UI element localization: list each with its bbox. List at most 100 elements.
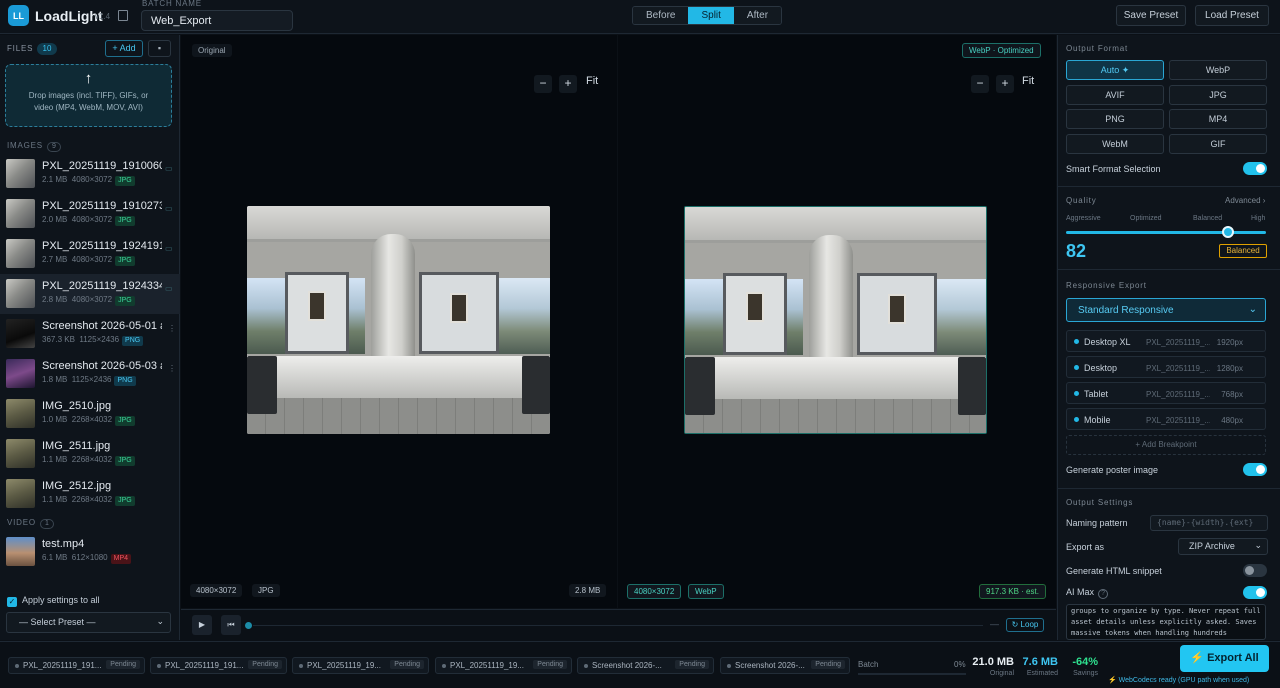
images-section-label: IMAGES 9 (7, 141, 61, 152)
poster-image-label: Generate poster image (1066, 465, 1159, 475)
format-auto-button[interactable]: Auto ✦ (1066, 60, 1164, 80)
batch-progress-bar (858, 673, 966, 675)
view-mode-toggle: Before Split After (632, 6, 783, 25)
file-item[interactable]: IMG_2511.jpg 1.1 MB 2268×4032 JPG (0, 434, 180, 474)
load-preset-button[interactable]: Load Preset (1195, 5, 1269, 26)
file-name: PXL_20251119_19102730... (42, 200, 162, 212)
chevron-down-icon: ⌄ (1248, 304, 1257, 315)
naming-pattern-input[interactable]: {name}-{width}.{ext} (1150, 515, 1268, 531)
quality-slider-thumb[interactable] (1222, 226, 1234, 238)
export-all-button[interactable]: ⚡ Export All (1180, 645, 1269, 672)
file-item[interactable]: Screenshot 2026-05-03 a... 1.8 MB 1125×2… (0, 354, 180, 394)
queue-item[interactable]: PXL_20251119_191... Pending (8, 657, 145, 674)
format-gif-button[interactable]: GIF (1169, 134, 1267, 154)
apply-to-all-checkbox[interactable]: ✓ Apply settings to all (7, 595, 100, 607)
preset-select[interactable]: — Select Preset — ⌄ (6, 612, 171, 633)
batch-name-input[interactable]: Web_Export (141, 10, 293, 31)
play-button[interactable]: ▶ (192, 615, 212, 635)
timeline-track[interactable] (253, 625, 983, 626)
file-meta: 6.1 MB 612×1080 MP4 (42, 553, 132, 564)
breakpoint-row[interactable]: Desktop XL PXL_20251119_... 1920px (1066, 330, 1266, 352)
file-item[interactable]: test.mp4 6.1 MB 612×1080 MP4 (0, 532, 180, 572)
responsive-preset-select[interactable]: Standard Responsive ⌄ (1066, 298, 1266, 322)
drag-handle-icon[interactable]: ⋮ (168, 324, 176, 333)
drop-zone-text: Drop images (incl. TIFF), GIFs, or video… (28, 91, 149, 112)
divider (1058, 488, 1280, 489)
format-jpg-button[interactable]: JPG (1169, 85, 1267, 105)
savings-stat: -64% Savings (1072, 656, 1098, 677)
file-meta: 1.8 MB 1125×2436 PNG (42, 375, 136, 386)
rewind-button[interactable]: ⏮ (221, 615, 241, 635)
file-item-selected[interactable]: PXL_20251119_19243345... 2.8 MB 4080×307… (0, 274, 180, 314)
timeline-playhead[interactable] (245, 622, 252, 629)
format-mp4-button[interactable]: MP4 (1169, 109, 1267, 129)
quality-stop-label: High (1251, 215, 1266, 222)
ai-notes-textarea[interactable]: groups to organize by type. Never repeat… (1066, 604, 1266, 640)
queue-item[interactable]: Screenshot 2026-... Pending (577, 657, 714, 674)
file-item[interactable]: PXL_20251119_19102730... 2.0 MB 4080×307… (0, 194, 180, 234)
export-as-select[interactable]: ZIP Archive ⌄ (1178, 538, 1268, 555)
original-viewport[interactable]: Original − + Fit 4080×3072 JPG 2.8 MB (181, 35, 617, 608)
quality-label: Quality (1066, 196, 1097, 205)
file-item[interactable]: PXL_20251119_19100609... 2.1 MB 4080×307… (0, 154, 180, 194)
queue-item[interactable]: Screenshot 2026-... Pending (720, 657, 850, 674)
queue-item[interactable]: PXL_20251119_19... Pending (292, 657, 429, 674)
file-thumbnail (6, 319, 35, 348)
smart-format-toggle[interactable] (1243, 162, 1267, 175)
view-split-button[interactable]: Split (688, 7, 734, 24)
fit-button[interactable]: Fit (586, 75, 598, 87)
view-before-button[interactable]: Before (633, 7, 689, 24)
add-breakpoint-button[interactable]: + Add Breakpoint (1066, 435, 1266, 455)
file-name: IMG_2511.jpg (42, 440, 111, 452)
file-item[interactable]: IMG_2510.jpg 1.0 MB 2268×4032 JPG (0, 394, 180, 434)
settings-panel: Output Format Auto ✦ WebP AVIF JPG PNG M… (1057, 35, 1280, 640)
format-avif-button[interactable]: AVIF (1066, 85, 1164, 105)
breakpoint-dot (1074, 417, 1079, 422)
queue-item[interactable]: PXL_20251119_191... Pending (150, 657, 287, 674)
zoom-in-button[interactable]: + (996, 75, 1014, 93)
chevron-down-icon: ⌄ (1254, 540, 1262, 550)
file-item[interactable]: PXL_20251119_19241914... 2.7 MB 4080×307… (0, 234, 180, 274)
advanced-link[interactable]: Advanced › (1225, 196, 1265, 205)
original-image (247, 206, 550, 434)
quality-slider-track[interactable] (1066, 231, 1266, 234)
zoom-in-button[interactable]: + (559, 75, 577, 93)
responsive-export-label: Responsive Export (1066, 281, 1147, 290)
zoom-out-button[interactable]: − (971, 75, 989, 93)
optimized-viewport[interactable]: WebP · Optimized − + Fit 4080×3072 WebP … (618, 35, 1056, 608)
ai-max-toggle[interactable] (1243, 586, 1267, 599)
html-snippet-toggle[interactable] (1243, 564, 1267, 577)
file-item[interactable]: Screenshot 2026-05-01 a... 367.3 KB 1125… (0, 314, 180, 354)
original-format: JPG (252, 584, 280, 597)
zoom-out-button[interactable]: − (534, 75, 552, 93)
save-preset-button[interactable]: Save Preset (1116, 5, 1186, 26)
file-name: Screenshot 2026-05-01 a... (42, 320, 162, 332)
poster-image-toggle[interactable] (1243, 463, 1267, 476)
file-status-icon: ▭ (165, 204, 173, 213)
document-icon[interactable] (118, 10, 128, 21)
app-name: LoadLight (35, 8, 103, 24)
breakpoint-row[interactable]: Mobile PXL_20251119_... 480px (1066, 408, 1266, 430)
drop-zone[interactable]: ↑ Drop images (incl. TIFF), GIFs, or vid… (5, 64, 172, 127)
format-webm-button[interactable]: WebM (1066, 134, 1164, 154)
file-type-badge: JPG (115, 296, 135, 306)
comment-icon[interactable]: ▪ (148, 40, 171, 57)
breakpoint-row[interactable]: Desktop PXL_20251119_... 1280px (1066, 356, 1266, 378)
drag-handle-icon[interactable]: ⋮ (168, 364, 176, 373)
file-item[interactable]: IMG_2512.jpg 1.1 MB 2268×4032 JPG (0, 474, 180, 514)
view-after-button[interactable]: After (733, 7, 782, 24)
file-thumbnail (6, 479, 35, 508)
help-icon[interactable]: ? (1098, 589, 1109, 599)
fit-button[interactable]: Fit (1022, 75, 1034, 87)
add-files-button[interactable]: + Add (105, 40, 143, 57)
video-section-label: VIDEO 1 (7, 518, 54, 529)
file-status-icon: ▭ (165, 284, 173, 293)
file-type-badge: JPG (115, 216, 135, 226)
loop-button[interactable]: ↻ Loop (1006, 618, 1044, 632)
queue-item[interactable]: PXL_20251119_19... Pending (435, 657, 572, 674)
breakpoint-row[interactable]: Tablet PXL_20251119_... 768px (1066, 382, 1266, 404)
file-name: PXL_20251119_19241914... (42, 240, 162, 252)
format-webp-button[interactable]: WebP (1169, 60, 1267, 80)
format-png-button[interactable]: PNG (1066, 109, 1164, 129)
files-count-badge: 10 (37, 43, 57, 55)
